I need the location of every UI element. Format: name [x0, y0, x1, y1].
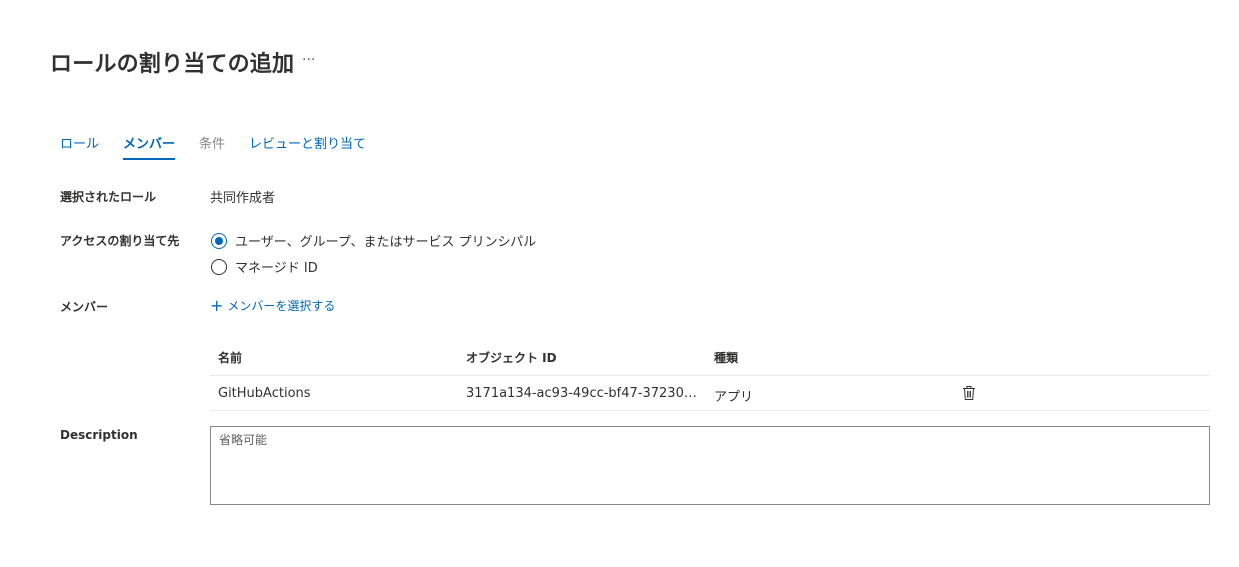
radio-user-group-sp[interactable]: ユーザー、グループ、またはサービス プリンシパル: [211, 231, 536, 250]
member-type: アプリ: [714, 390, 754, 405]
more-options-button[interactable]: ···: [302, 52, 315, 68]
description-field[interactable]: [210, 426, 1210, 505]
radio-user-group-sp-label: ユーザー、グループ、またはサービス プリンシパル: [235, 235, 537, 250]
member-name: GitHubActions: [218, 386, 311, 401]
selected-role-label: 選択されたロール: [60, 190, 157, 204]
column-header-object-id: オブジェクト ID: [466, 351, 557, 365]
tab-conditions[interactable]: 条件: [199, 133, 225, 160]
page-title: ロールの割り当ての追加: [50, 52, 295, 77]
select-members-label: メンバーを選択する: [227, 299, 336, 313]
table-row: GitHubActions 3171a134-ac93-49cc-bf47-37…: [210, 376, 1210, 411]
assign-access-label: アクセスの割り当て先: [60, 234, 180, 248]
radio-managed-identity-label: マネージド ID: [235, 261, 318, 276]
radio-checked-icon[interactable]: [211, 232, 227, 249]
column-header-type: 種類: [714, 351, 739, 365]
tab-review-assign[interactable]: レビューと割り当て: [249, 133, 366, 160]
tab-members[interactable]: メンバー: [123, 133, 176, 160]
selected-role-value: 共同作成者: [210, 191, 276, 206]
tab-role[interactable]: ロール: [60, 133, 99, 160]
members-label: メンバー: [60, 300, 109, 314]
description-label: Description: [60, 428, 138, 442]
radio-unchecked-icon[interactable]: [211, 258, 227, 275]
table-header: 名前 オブジェクト ID 種類: [210, 342, 1210, 376]
members-table: 名前 オブジェクト ID 種類 GitHubActions 3171a134-a…: [210, 342, 1210, 411]
tab-bar: ロール メンバー 条件 レビューと割り当て: [60, 133, 366, 160]
plus-icon: +: [210, 295, 224, 315]
select-members-link[interactable]: + メンバーを選択する: [210, 297, 335, 314]
add-role-assignment-page: ロールの割り当ての追加 ··· ロール メンバー 条件 レビューと割り当て 選択…: [0, 0, 1239, 567]
column-header-name: 名前: [218, 351, 243, 365]
trash-icon[interactable]: [962, 385, 976, 401]
radio-managed-identity[interactable]: マネージド ID: [211, 257, 318, 276]
member-object-id: 3171a134-ac93-49cc-bf47-37230c…: [466, 386, 702, 401]
